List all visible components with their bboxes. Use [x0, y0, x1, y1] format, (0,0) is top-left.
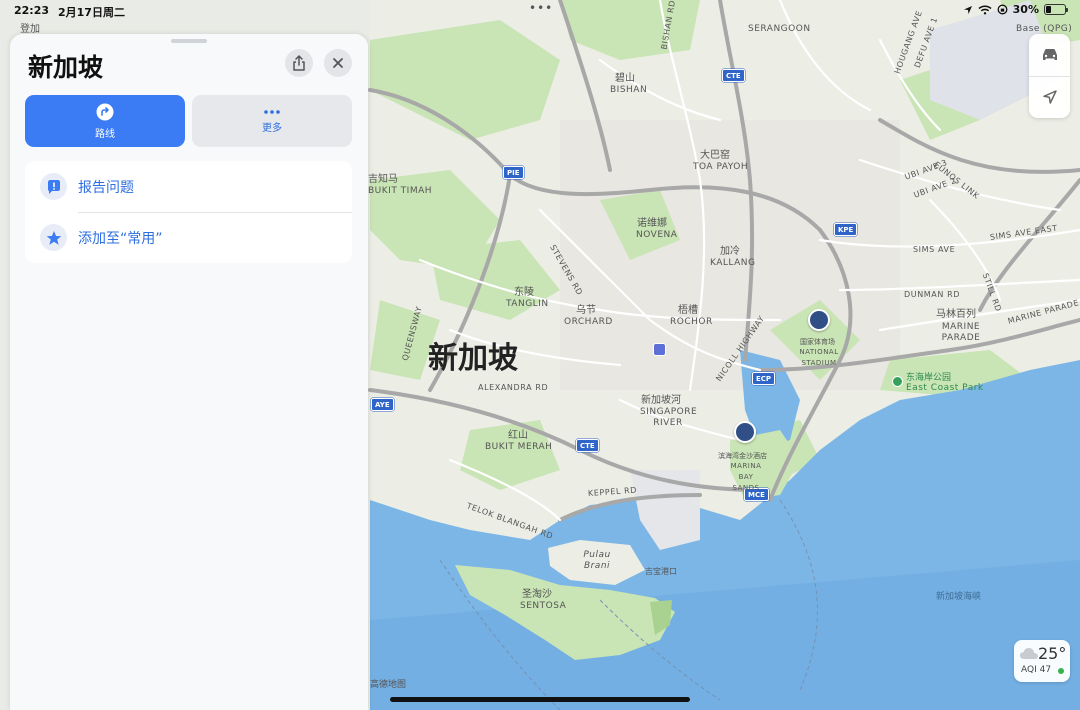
- map-label-rochor-en: ROCHOR: [670, 317, 713, 327]
- aqi-status-dot: [1058, 668, 1064, 674]
- more-icon: [264, 109, 280, 114]
- map-label-kallang-en: KALLANG: [710, 258, 756, 268]
- map-label-sgriver-zh: 新加坡河: [641, 395, 681, 406]
- weather-temperature: 25°: [1038, 644, 1067, 663]
- map-label-sgriver-en: SINGAPORE RIVER: [640, 407, 698, 428]
- report-issue-icon: [40, 173, 67, 200]
- map-label-keppel-port: 吉宝港口: [645, 567, 677, 576]
- weather-aqi: AQI 47: [1021, 665, 1052, 675]
- expressway-shield-aye: AYE: [371, 398, 394, 411]
- map-label-orchard-en: ORCHARD: [564, 317, 613, 327]
- map-label-bishan-zh: 碧山: [615, 73, 635, 84]
- map-label-marineparade-en: MARINE PARADE: [941, 322, 981, 343]
- map-label-bukittimah-en: BUKIT TIMAH: [368, 186, 433, 196]
- poi-label-mbs-en: MARINA BAY SANDS: [730, 462, 762, 492]
- share-icon: [293, 55, 305, 71]
- weather-widget[interactable]: 25° AQI 47: [1014, 640, 1070, 682]
- expressway-shield-cte: CTE: [722, 69, 745, 82]
- status-date: 2月17日周二: [58, 6, 125, 19]
- map-label-tanglin-zh: 东陵: [514, 287, 534, 298]
- status-bar: 22:23 2月17日周二 ••• 30%: [0, 0, 1080, 22]
- poi-label-eastcoast-en: East Coast Park: [906, 383, 984, 393]
- status-time: 22:23: [14, 4, 50, 17]
- stadium-poi-icon[interactable]: [808, 309, 830, 331]
- expressway-shield-pie: PIE: [503, 166, 524, 179]
- close-button[interactable]: [324, 49, 352, 77]
- map-label-orchard-zh: 乌节: [576, 305, 596, 316]
- road-label-dunman-rd: DUNMAN RD: [904, 290, 961, 299]
- map-city-label: 新加坡: [428, 341, 518, 376]
- map-mode-button[interactable]: [1029, 34, 1070, 76]
- place-sheet: 新加坡 路线 更多 报告问题 添加至“常用”: [10, 34, 368, 710]
- add-favorites-label: 添加至“常用”: [78, 230, 163, 247]
- map-label-toapayoh-en: TOA PAYOH: [693, 162, 749, 172]
- locate-me-button[interactable]: [1029, 76, 1070, 118]
- star-icon: [40, 224, 67, 251]
- map-label-sentosa-en: SENTOSA: [520, 601, 567, 611]
- map-label-bukittimah-zh: 吉知马: [368, 174, 398, 185]
- directions-label: 路线: [95, 128, 115, 140]
- road-label-sims-ave: SIMS AVE: [913, 245, 956, 254]
- orientation-lock-icon: [997, 4, 1008, 15]
- battery-icon: [1044, 4, 1068, 15]
- poi-label-stadium-en: NATIONAL STADIUM: [799, 348, 839, 367]
- road-label-alexandra-rd: ALEXANDRA RD: [478, 383, 549, 392]
- battery-percent: 30%: [1012, 3, 1039, 16]
- map-label-serangoon: SERANGOON: [748, 24, 811, 34]
- place-actions-card: 报告问题 添加至“常用”: [25, 161, 352, 263]
- report-issue-label: 报告问题: [78, 179, 134, 196]
- map-controls: [1029, 34, 1070, 118]
- map-label-marineparade-zh: 马林百列: [936, 309, 976, 320]
- expressway-shield-kpe: KPE: [834, 223, 858, 236]
- directions-icon: [96, 103, 114, 120]
- add-favorites-row[interactable]: 添加至“常用”: [25, 212, 352, 263]
- map-label-bishan-en: BISHAN: [610, 85, 648, 95]
- map-label-sentosa-zh: 圣淘沙: [522, 589, 552, 600]
- map-label-toapayoh-zh: 大巴窑: [700, 150, 730, 161]
- map-label-tanglin-en: TANGLIN: [506, 299, 549, 309]
- hotel-poi-icon[interactable]: [734, 421, 756, 443]
- more-button[interactable]: 更多: [192, 95, 352, 147]
- map-label-novena-en: NOVENA: [636, 230, 678, 240]
- status-right-group: 30%: [963, 3, 1068, 16]
- location-services-icon: [963, 5, 972, 14]
- share-button[interactable]: [285, 49, 313, 77]
- map-label-pulaubrani: Pulau Brani: [583, 550, 611, 571]
- map-label-novena-zh: 诺维娜: [637, 218, 667, 229]
- map-label-strait: 新加坡海峡: [936, 592, 982, 602]
- map-label-bukitmerah-en: BUKIT MERAH: [485, 442, 553, 452]
- location-arrow-icon: [1042, 90, 1057, 104]
- map-label-bukitmerah-zh: 红山: [508, 430, 528, 441]
- directions-button[interactable]: 路线: [25, 95, 185, 147]
- multitasking-dots-icon[interactable]: •••: [529, 1, 553, 15]
- cloud-icon: [1020, 648, 1038, 659]
- map-attribution[interactable]: 高德地图: [370, 677, 406, 690]
- map-label-rochor-zh: 梧槽: [678, 305, 698, 316]
- map-label-kallang-zh: 加冷: [720, 246, 740, 257]
- expressway-shield-ecp: ECP: [752, 372, 776, 385]
- report-issue-row[interactable]: 报告问题: [25, 161, 352, 212]
- car-icon: [1042, 49, 1057, 60]
- place-title: 新加坡: [28, 53, 104, 82]
- park-poi-icon[interactable]: [892, 376, 903, 387]
- home-indicator[interactable]: [390, 697, 690, 702]
- wifi-icon: [978, 4, 992, 14]
- close-icon: [333, 58, 343, 68]
- expressway-shield-cte: CTE: [576, 439, 599, 452]
- more-label: 更多: [262, 122, 282, 134]
- transit-poi-icon[interactable]: [653, 343, 666, 356]
- sheet-grabber[interactable]: [171, 39, 207, 43]
